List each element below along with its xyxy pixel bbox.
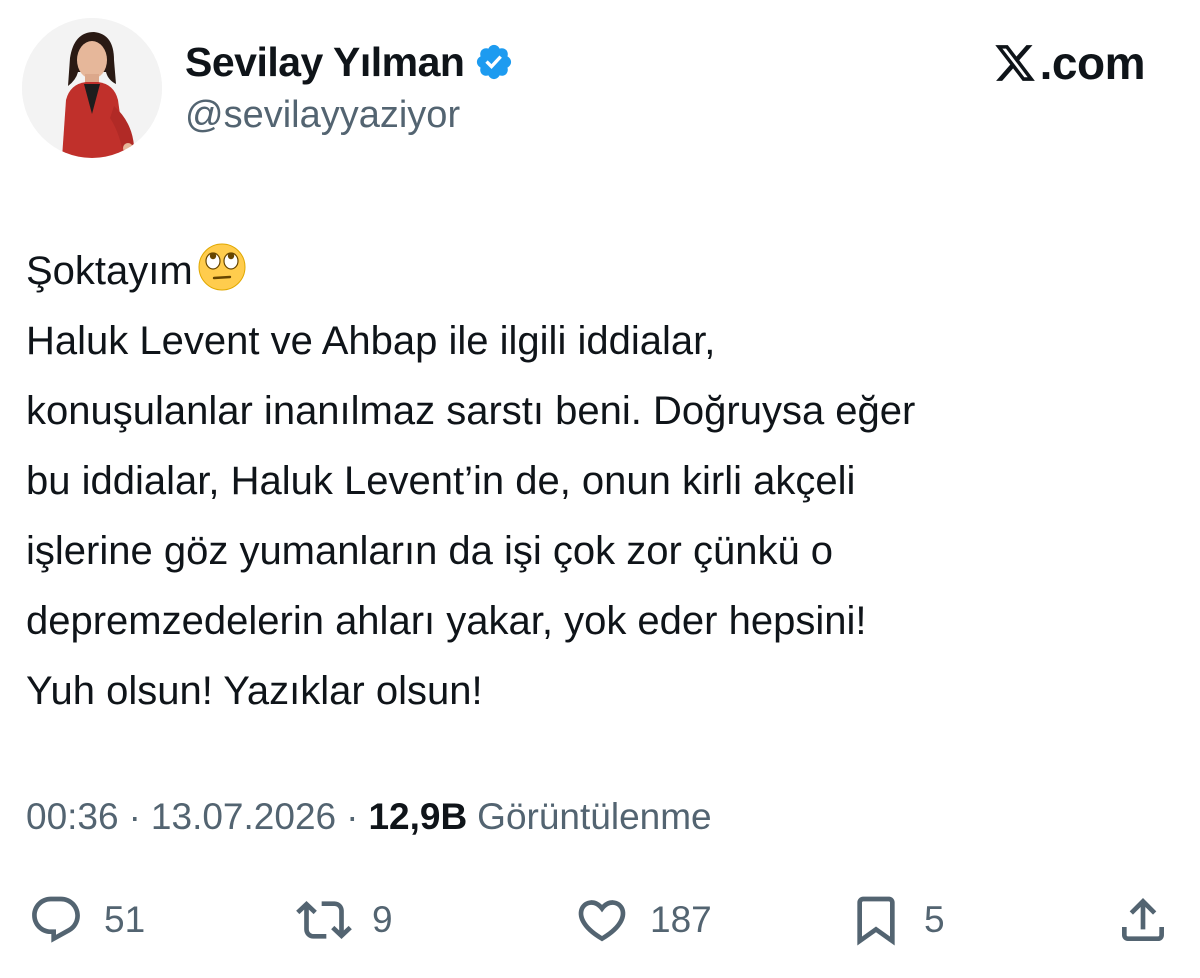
bookmark-button[interactable]: 5 <box>848 888 945 952</box>
repost-icon <box>296 901 352 939</box>
reply-count: 51 <box>104 899 146 940</box>
tweet-date[interactable]: 13.07.2026 <box>151 796 336 838</box>
reply-icon <box>32 896 80 943</box>
meta-separator: · <box>128 796 141 837</box>
share-button[interactable] <box>1115 888 1171 952</box>
tweet-meta: 00:36 · 13.07.2026 · 12,9B Görüntülenme <box>26 796 712 838</box>
views-label: Görüntülenme <box>477 796 712 837</box>
heart-icon <box>578 900 626 942</box>
repost-count: 9 <box>372 899 393 940</box>
tweet-line: Şoktayım <box>26 236 1176 306</box>
bookmark-icon <box>857 896 895 946</box>
face-with-rolling-eyes-icon <box>197 242 247 292</box>
tweet-line: depremzedelerin ahları yakar, yok eder h… <box>26 599 867 643</box>
source-watermark: .com <box>992 36 1146 90</box>
verified-badge-icon <box>474 42 514 82</box>
meta-separator: · <box>346 796 359 837</box>
author-handle[interactable]: @sevilayyaziyor <box>185 94 460 137</box>
bookmark-count: 5 <box>924 899 945 940</box>
views-count: 12,9B <box>368 796 468 837</box>
tweet-time[interactable]: 00:36 <box>26 796 119 838</box>
author-display-name[interactable]: Sevilay Yılman <box>185 39 465 86</box>
like-count: 187 <box>650 899 712 940</box>
x-logo-icon <box>994 45 1035 81</box>
tweet-line-text: Şoktayım <box>26 249 193 293</box>
profile-photo <box>22 18 162 158</box>
tweet-line: Haluk Levent ve Ahbap ile ilgili iddiala… <box>26 319 716 363</box>
author-name-row: Sevilay Yılman <box>185 34 514 90</box>
repost-button[interactable]: 9 <box>296 888 393 952</box>
reply-button[interactable]: 51 <box>28 888 145 952</box>
tweet-line: Yuh olsun! Yazıklar olsun! <box>26 669 483 713</box>
tweet-actions-bar: 51 9 187 5 <box>0 888 1200 952</box>
share-icon <box>1122 898 1164 941</box>
tweet-line: işlerine göz yumanların da işi çok zor ç… <box>26 529 834 573</box>
tweet-text: Şoktayım Haluk Levent ve Ahbap ile ilgil… <box>26 236 1176 726</box>
tweet-line: konuşulanlar inanılmaz sarstı beni. Doğr… <box>26 389 916 433</box>
source-domain-label: .com <box>1039 37 1146 89</box>
author-avatar[interactable] <box>22 18 162 158</box>
like-button[interactable]: 187 <box>574 888 712 952</box>
tweet-line: bu iddialar, Haluk Levent’in de, onun ki… <box>26 459 856 503</box>
